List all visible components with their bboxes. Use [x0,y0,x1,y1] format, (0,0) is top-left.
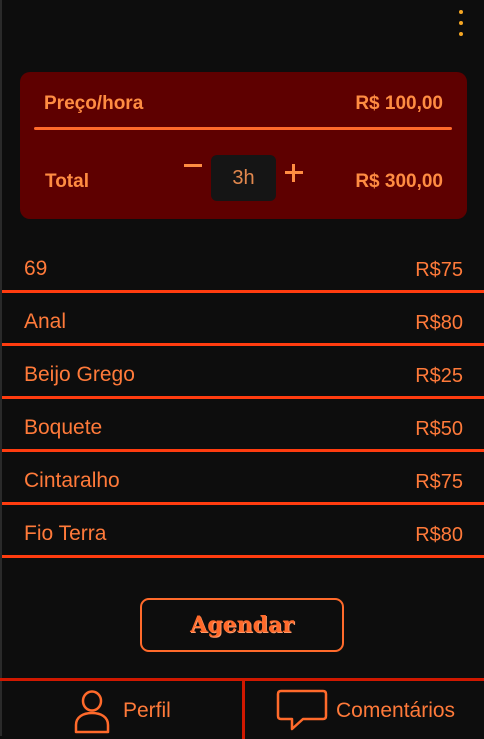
total-value: R$ 300,00 [355,171,443,192]
nav-profile[interactable]: Perfil [0,681,242,736]
nav-comments-label: Comentários [336,699,456,722]
service-row[interactable]: Boquete R$50 [2,399,484,452]
price-per-hour-label: Preço/hora [44,93,144,114]
kebab-dot [459,10,463,14]
service-name: Beijo Grego [24,363,135,386]
chat-bubble-icon [276,689,328,731]
service-name: 69 [24,257,48,280]
minus-icon[interactable] [184,164,202,167]
service-price: R$50 [415,418,463,440]
service-row[interactable]: Anal R$80 [2,293,484,346]
services-list: 69 R$75 Anal R$80 Beijo Grego R$25 Boque… [2,240,484,558]
price-card: Preço/hora R$ 100,00 Total 3h R$ 300,00 [20,72,467,219]
user-icon [74,690,110,734]
plus-icon[interactable] [285,164,303,182]
total-label: Total [45,171,89,192]
nav-profile-label: Perfil [123,699,171,722]
service-row[interactable]: 69 R$75 [2,240,484,293]
service-row[interactable]: Cintaralho R$75 [2,452,484,505]
service-price: R$25 [415,365,463,387]
price-per-hour-value: R$ 100,00 [355,93,443,114]
service-row[interactable]: Beijo Grego R$25 [2,346,484,399]
service-name: Anal [24,310,67,333]
service-price: R$80 [415,312,463,334]
service-name: Cintaralho [24,469,120,492]
service-row[interactable]: Fio Terra R$80 [2,505,484,558]
service-price: R$75 [415,259,463,281]
kebab-menu-icon[interactable] [455,10,467,36]
schedule-button[interactable]: Agendar [140,598,344,652]
kebab-dot [459,21,463,25]
nav-comments[interactable]: Comentários [245,681,484,736]
service-price: R$80 [415,524,463,546]
service-name: Fio Terra [24,522,107,545]
service-name: Boquete [24,416,103,439]
bottom-nav: Perfil Comentários [0,678,484,739]
hours-input[interactable]: 3h [211,155,276,201]
kebab-dot [459,32,463,36]
price-card-divider [34,127,452,130]
service-price: R$75 [415,471,463,493]
